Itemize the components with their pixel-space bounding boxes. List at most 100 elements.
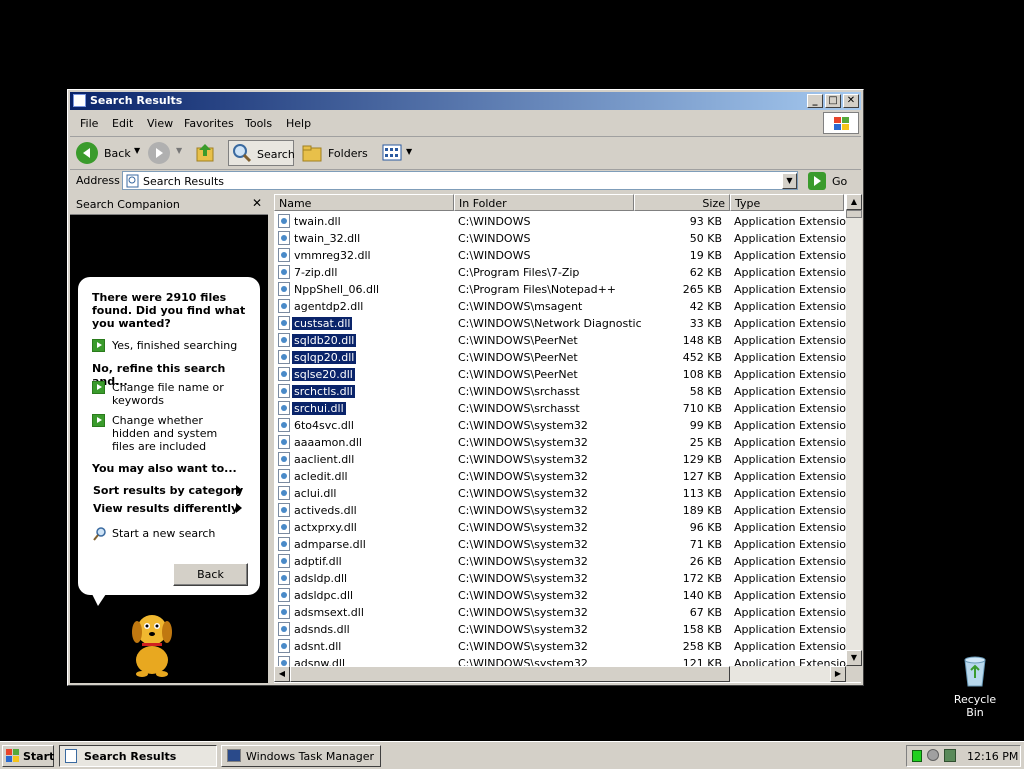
up-folder-button[interactable]	[195, 140, 217, 166]
table-row[interactable]: adsldpc.dll C:\WINDOWS\system32 140 KB Appl…	[274, 587, 853, 604]
minimize-button[interactable]: _	[807, 94, 823, 108]
table-row[interactable]: admparse.dll C:\WINDOWS\system32 71 KB Appl…	[274, 536, 853, 553]
horizontal-scrollbar[interactable]: ◀ ▶	[274, 666, 846, 682]
companion-back-button[interactable]: Back	[173, 563, 248, 586]
table-row[interactable]: aaaamon.dll C:\WINDOWS\system32 25 KB Appli…	[274, 434, 853, 451]
horizontal-scroll-thumb[interactable]	[290, 666, 730, 682]
forward-dropdown-icon[interactable]: ▼	[176, 146, 182, 155]
scroll-right-button[interactable]: ▶	[830, 666, 846, 682]
go-button[interactable]: Go	[808, 171, 856, 191]
table-row[interactable]: acledit.dll C:\WINDOWS\system32 127 KB Appl…	[274, 468, 853, 485]
table-row[interactable]: vmmreg32.dll C:\WINDOWS 19 KB Application E…	[274, 247, 853, 264]
column-header-size[interactable]: Size	[634, 194, 730, 211]
menu-favorites[interactable]: Favorites	[184, 117, 234, 130]
taskbar-item-task-manager[interactable]: Windows Task Manager	[221, 745, 381, 767]
menu-file[interactable]: File	[80, 117, 98, 130]
column-header-name[interactable]: Name	[274, 194, 454, 211]
table-row[interactable]: aaclient.dll C:\WINDOWS\system32 129 KB App…	[274, 451, 853, 468]
menu-view[interactable]: View	[147, 117, 173, 130]
file-name: aaaamon.dll	[294, 436, 362, 449]
table-row[interactable]: sqlse20.dll C:\WINDOWS\PeerNet 108 KB Appli…	[274, 366, 853, 383]
search-button[interactable]: Search	[228, 140, 295, 166]
sort-expand-icon[interactable]	[236, 485, 242, 495]
address-input[interactable]: Search Results ▼	[122, 171, 798, 190]
back-dropdown-icon[interactable]: ▼	[134, 146, 140, 155]
menu-help[interactable]: Help	[286, 117, 311, 130]
change-hidden-arrow-icon[interactable]	[92, 414, 105, 427]
file-name: sqlse20.dll	[292, 368, 355, 381]
table-row[interactable]: srchctls.dll C:\WINDOWS\srchasst 58 KB Appl…	[274, 383, 853, 400]
companion-close-icon[interactable]: ✕	[252, 196, 262, 210]
file-size: 42 KB	[689, 300, 722, 313]
file-type: Application Extension	[734, 317, 853, 330]
new-search-link[interactable]: Start a new search	[112, 527, 215, 540]
network-icon[interactable]	[944, 749, 956, 762]
file-name: aaclient.dll	[294, 453, 355, 466]
table-row[interactable]: aclui.dll C:\WINDOWS\system32 113 KB Applic…	[274, 485, 853, 502]
finished-arrow-icon[interactable]	[92, 339, 105, 352]
file-folder: C:\WINDOWS\system32	[458, 606, 588, 619]
menu-edit[interactable]: Edit	[112, 117, 133, 130]
search-results-taskbar-icon	[65, 749, 77, 763]
file-size: 96 KB	[689, 521, 722, 534]
dll-file-icon	[278, 299, 290, 313]
table-row[interactable]: activeds.dll C:\WINDOWS\system32 189 KB App…	[274, 502, 853, 519]
table-row[interactable]: agentdp2.dll C:\WINDOWS\msagent 42 KB Appli…	[274, 298, 853, 315]
file-size: 99 KB	[689, 419, 722, 432]
forward-button[interactable]: ▼	[148, 140, 188, 166]
scroll-up-button[interactable]: ▲	[846, 194, 862, 210]
table-row[interactable]: sqldb20.dll C:\WINDOWS\PeerNet 148 KB Appli…	[274, 332, 853, 349]
vertical-scroll-thumb[interactable]	[846, 210, 862, 218]
table-row[interactable]: 7-zip.dll C:\Program Files\7-Zip 62 KB Appl…	[274, 264, 853, 281]
folders-button[interactable]: Folders	[300, 140, 368, 166]
table-row[interactable]: twain_32.dll C:\WINDOWS 50 KB Application E…	[274, 230, 853, 247]
view-expand-icon[interactable]	[236, 503, 242, 513]
view-results-link[interactable]: View results differently	[93, 502, 238, 515]
change-hidden-link[interactable]: Change whether hidden and system files a…	[112, 414, 242, 453]
taskbar-item-search-results[interactable]: Search Results	[59, 745, 217, 767]
search-icon	[233, 144, 252, 163]
table-row[interactable]: sqlqp20.dll C:\WINDOWS\PeerNet 452 KB Appli…	[274, 349, 853, 366]
table-row[interactable]: NppShell_06.dll C:\Program Files\Notepad+…	[274, 281, 853, 298]
file-name: srchctls.dll	[292, 385, 355, 398]
resize-grip[interactable]	[846, 666, 862, 682]
table-row[interactable]: adptif.dll C:\WINDOWS\system32 26 KB Applic…	[274, 553, 853, 570]
change-name-arrow-icon[interactable]	[92, 381, 105, 394]
file-name: actxprxy.dll	[294, 521, 357, 534]
dll-file-icon	[278, 622, 290, 636]
volume-icon[interactable]	[927, 749, 939, 761]
column-header-folder[interactable]: In Folder	[454, 194, 634, 211]
finished-searching-link[interactable]: Yes, finished searching	[112, 339, 237, 352]
table-row[interactable]: adsnds.dll C:\WINDOWS\system32 158 KB Appli…	[274, 621, 853, 638]
table-row[interactable]: 6to4svc.dll C:\WINDOWS\system32 99 KB Appli…	[274, 417, 853, 434]
scroll-left-button[interactable]: ◀	[274, 666, 290, 682]
up-folder-icon	[196, 144, 214, 162]
back-button[interactable]: Back ▼	[74, 140, 142, 166]
recycle-bin[interactable]: Recycle Bin	[944, 656, 1006, 719]
maximize-button[interactable]: □	[825, 94, 841, 108]
go-arrow-icon	[808, 172, 826, 190]
close-button[interactable]: ✕	[843, 94, 859, 108]
title-bar[interactable]: Search Results _ □ ✕	[70, 92, 861, 110]
table-row[interactable]: adsmsext.dll C:\WINDOWS\system32 67 KB Appl…	[274, 604, 853, 621]
address-dropdown-button[interactable]: ▼	[782, 173, 797, 189]
scroll-down-button[interactable]: ▼	[846, 650, 862, 666]
column-header-type[interactable]: Type	[730, 194, 844, 211]
sort-results-link[interactable]: Sort results by category	[93, 484, 243, 497]
vertical-scrollbar[interactable]: ▲ ▼	[846, 194, 862, 666]
views-button[interactable]: ▼	[380, 140, 416, 166]
table-row[interactable]: adsldp.dll C:\WINDOWS\system32 172 KB Appli…	[274, 570, 853, 587]
file-type: Application Extension	[734, 589, 853, 602]
clock[interactable]: 12:16 PM	[967, 750, 1018, 763]
table-row[interactable]: actxprxy.dll C:\WINDOWS\system32 96 KB Appl…	[274, 519, 853, 536]
change-name-link[interactable]: Change file name or keywords	[112, 381, 230, 407]
file-type: Application Extension	[734, 249, 853, 262]
cpu-usage-icon[interactable]	[912, 750, 922, 762]
table-row[interactable]: twain.dll C:\WINDOWS 93 KB Application Exte…	[274, 213, 853, 230]
table-row[interactable]: custsat.dll C:\WINDOWS\Network Diagnostic…	[274, 315, 853, 332]
menu-tools[interactable]: Tools	[245, 117, 272, 130]
start-button[interactable]: Start	[2, 745, 54, 767]
table-row[interactable]: srchui.dll C:\WINDOWS\srchasst 710 KB Appli…	[274, 400, 853, 417]
rover-dog-icon[interactable]	[122, 608, 182, 678]
table-row[interactable]: adsnt.dll C:\WINDOWS\system32 258 KB Applic…	[274, 638, 853, 655]
